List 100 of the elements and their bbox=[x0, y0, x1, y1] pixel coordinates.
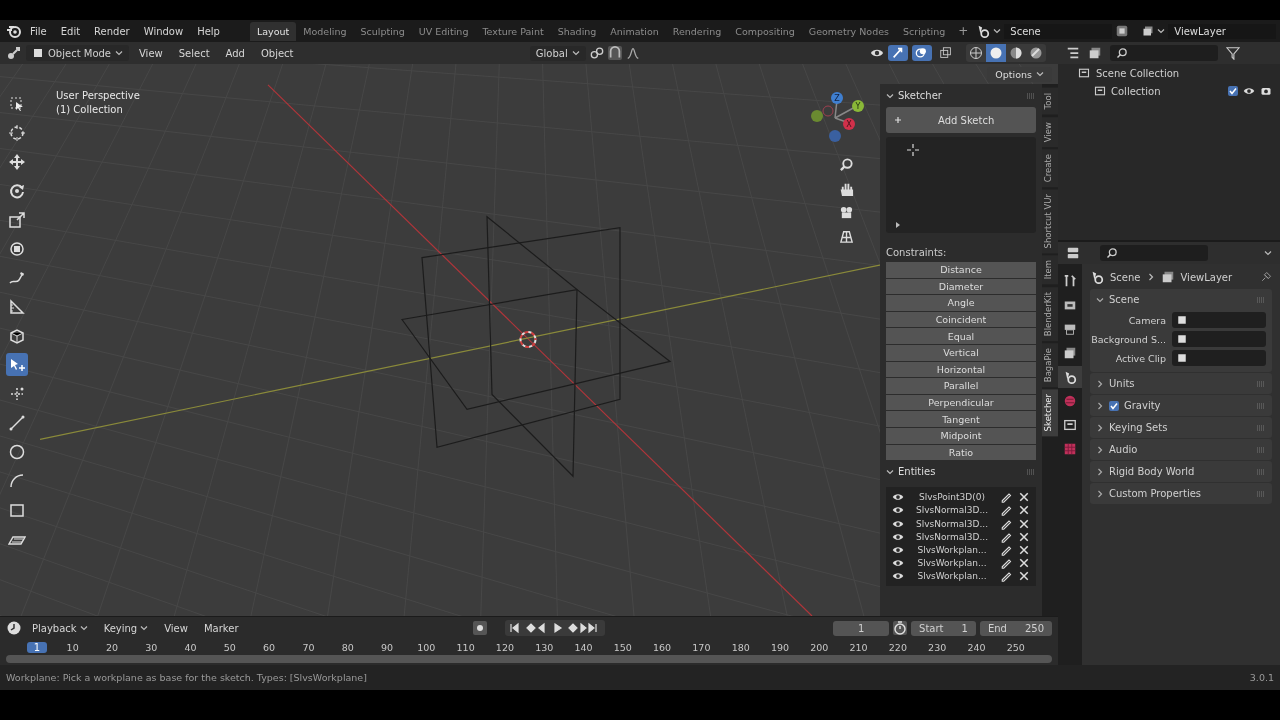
chevron-icon[interactable] bbox=[1096, 423, 1104, 432]
grip-icon[interactable] bbox=[1026, 92, 1036, 99]
checkbox[interactable] bbox=[1109, 400, 1119, 411]
pencil-icon[interactable] bbox=[1000, 491, 1012, 504]
end-frame-field[interactable]: End 250 bbox=[979, 620, 1052, 636]
sidebar-tab[interactable]: View bbox=[1042, 116, 1058, 147]
playhead[interactable]: 1 bbox=[27, 641, 47, 653]
object-field[interactable] bbox=[1172, 312, 1266, 328]
menu-item[interactable]: Object bbox=[254, 45, 300, 61]
menu-item[interactable]: Help bbox=[191, 23, 226, 39]
current-frame-field[interactable]: 1 bbox=[833, 620, 890, 636]
constraint-button[interactable]: Angle bbox=[886, 295, 1036, 311]
list-icon[interactable] bbox=[1066, 46, 1080, 60]
chevron-icon[interactable] bbox=[1096, 489, 1104, 498]
menu-item[interactable]: Add bbox=[219, 45, 251, 61]
workspace-tab[interactable]: Modeling bbox=[296, 21, 354, 41]
constraint-button[interactable]: Coincident bbox=[886, 311, 1036, 328]
grip-icon[interactable] bbox=[1256, 402, 1266, 409]
zoom-icon[interactable] bbox=[838, 157, 854, 172]
close-icon[interactable] bbox=[1018, 530, 1030, 543]
constraint-button[interactable]: Vertical bbox=[886, 344, 1036, 361]
workspace-tab[interactable]: Geometry Nodes bbox=[801, 21, 896, 41]
workspace-tab[interactable]: Rendering bbox=[665, 21, 729, 41]
add-workspace-button[interactable]: + bbox=[952, 24, 975, 38]
stopwatch-icon[interactable] bbox=[893, 621, 908, 635]
grip-icon[interactable] bbox=[1256, 296, 1266, 303]
constraint-button[interactable]: Perpendicular bbox=[886, 394, 1036, 411]
image-stack-icon[interactable] bbox=[1088, 46, 1102, 60]
entity-name[interactable]: SlvsNormal3D... bbox=[910, 531, 994, 542]
shading-mode-button[interactable] bbox=[986, 44, 1006, 62]
entity-name[interactable]: SlvsWorkplan... bbox=[910, 558, 994, 569]
playback-controls[interactable] bbox=[504, 620, 605, 636]
timeline-scrollbar[interactable] bbox=[6, 655, 1052, 663]
sidebar-tab[interactable]: Sketcher bbox=[1042, 389, 1058, 437]
menu-item[interactable]: File bbox=[24, 23, 53, 39]
constraint-button[interactable]: Equal bbox=[886, 328, 1036, 344]
close-icon[interactable] bbox=[1018, 570, 1030, 583]
chevron-icon[interactable] bbox=[1096, 467, 1104, 476]
menu-item[interactable]: Edit bbox=[54, 23, 87, 39]
workspace-tab[interactable]: UV Editing bbox=[411, 21, 476, 41]
sidebar-tab[interactable]: Item bbox=[1042, 255, 1058, 285]
close-icon[interactable] bbox=[1018, 557, 1030, 570]
chevron-icon[interactable] bbox=[1096, 401, 1104, 410]
close-icon[interactable] bbox=[1018, 491, 1030, 504]
pencil-icon[interactable] bbox=[1000, 570, 1012, 583]
search-field[interactable] bbox=[1100, 245, 1208, 261]
workspace-tab[interactable]: Compositing bbox=[728, 21, 802, 41]
grip-icon[interactable] bbox=[1256, 490, 1266, 497]
grip-icon[interactable] bbox=[1026, 468, 1036, 475]
overlay-icon[interactable] bbox=[912, 45, 932, 61]
panel-title[interactable]: Scene bbox=[1109, 294, 1140, 305]
view-layer-field[interactable]: ViewLayer bbox=[1168, 23, 1277, 39]
constraint-button[interactable]: Distance bbox=[886, 262, 1036, 278]
expand-icon[interactable] bbox=[894, 221, 902, 229]
menu-item[interactable]: View bbox=[133, 45, 169, 61]
constraint-button[interactable]: Diameter bbox=[886, 278, 1036, 295]
menu-dropdown[interactable]: Keying bbox=[97, 620, 155, 636]
caret-icon[interactable] bbox=[886, 467, 894, 476]
filter-icon[interactable] bbox=[1226, 46, 1240, 60]
constraint-button[interactable]: Horizontal bbox=[886, 361, 1036, 378]
chevron-icon[interactable] bbox=[1096, 295, 1104, 304]
sidebar-tab[interactable]: Create bbox=[1042, 148, 1058, 187]
outliner-item[interactable]: Scene Collection bbox=[1096, 67, 1180, 79]
checkbox[interactable] bbox=[1228, 86, 1238, 96]
workspace-tab[interactable]: Layout bbox=[249, 21, 297, 41]
chevron-icon[interactable] bbox=[1096, 379, 1104, 388]
constraint-button[interactable]: Tangent bbox=[886, 411, 1036, 427]
menu-item[interactable]: Select bbox=[172, 45, 216, 61]
outliner-item[interactable]: Collection bbox=[1111, 85, 1161, 97]
constraint-button[interactable]: Midpoint bbox=[886, 427, 1036, 444]
constraint-button[interactable]: Ratio bbox=[886, 444, 1036, 461]
editor-type-icon[interactable] bbox=[1066, 246, 1080, 260]
scene-icon[interactable] bbox=[1058, 366, 1082, 388]
panel-title[interactable]: Audio bbox=[1109, 444, 1138, 455]
entity-name[interactable]: SlvsNormal3D... bbox=[910, 518, 994, 529]
pencil-icon[interactable] bbox=[1000, 557, 1012, 570]
scene-icon[interactable] bbox=[976, 24, 991, 38]
menu-dropdown[interactable]: Playback bbox=[26, 620, 94, 636]
blender-logo-icon[interactable] bbox=[6, 23, 22, 39]
grip-icon[interactable] bbox=[1256, 424, 1266, 431]
panel-title[interactable]: Entities bbox=[898, 466, 936, 478]
entity-name[interactable]: SlvsPoint3D(0) bbox=[910, 492, 994, 503]
menu-item[interactable]: View bbox=[158, 620, 194, 636]
sidebar-tab[interactable]: Shortcut VUr bbox=[1042, 188, 1058, 254]
chevron-icon[interactable] bbox=[1096, 445, 1104, 454]
menu-item[interactable]: Window bbox=[137, 23, 190, 39]
camera-icon[interactable] bbox=[1260, 85, 1272, 97]
entity-name[interactable]: SlvsNormal3D... bbox=[910, 505, 994, 516]
close-icon[interactable] bbox=[1018, 504, 1030, 517]
link-icon[interactable] bbox=[589, 46, 604, 60]
copy-icon[interactable] bbox=[1115, 24, 1130, 38]
gizmo-icon[interactable] bbox=[888, 45, 908, 61]
mode-dropdown[interactable]: Object Mode bbox=[26, 45, 129, 61]
pin-icon[interactable] bbox=[1260, 271, 1272, 283]
record-icon[interactable] bbox=[472, 621, 487, 635]
grip-icon[interactable] bbox=[1256, 468, 1266, 475]
panel-title[interactable]: Gravity bbox=[1124, 400, 1161, 411]
panel-title[interactable]: Keying Sets bbox=[1109, 422, 1168, 433]
workspace-tab[interactable]: Shading bbox=[550, 21, 604, 41]
object-field[interactable] bbox=[1172, 331, 1266, 347]
